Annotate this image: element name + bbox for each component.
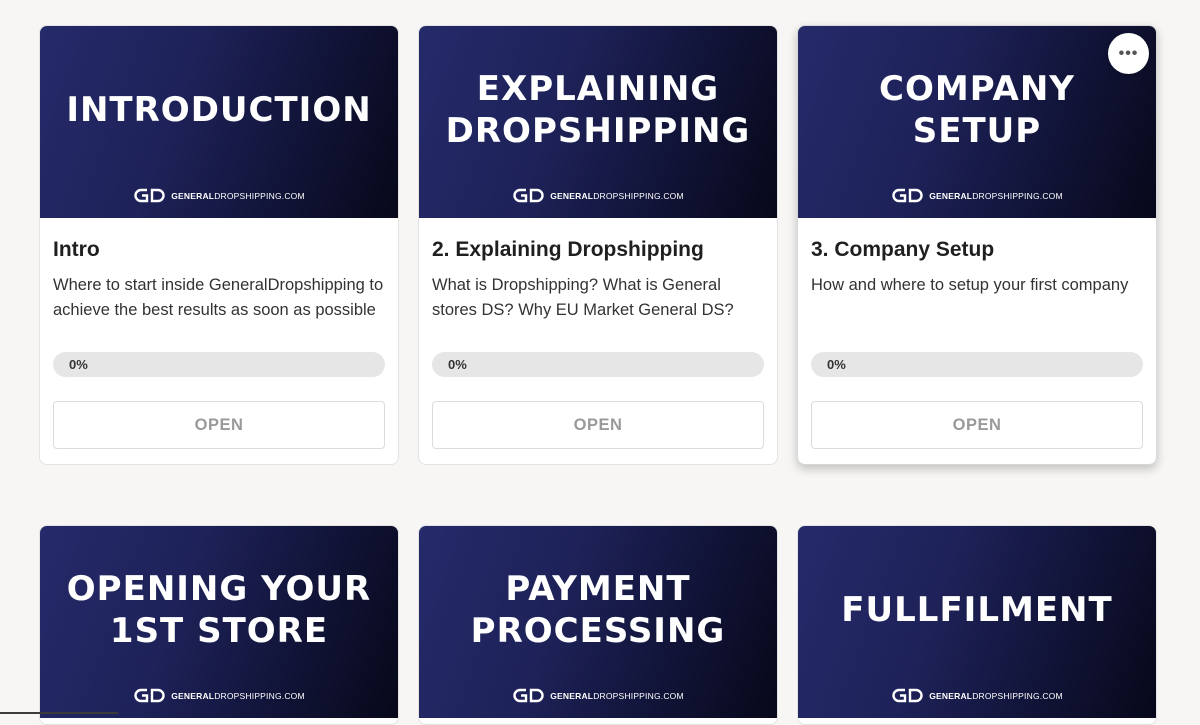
open-button[interactable]: OPEN <box>432 401 764 449</box>
brand-text: GENERALDROPSHIPPING.COM <box>550 690 684 701</box>
brand-text: GENERALDROPSHIPPING.COM <box>171 190 305 201</box>
gd-logo-icon <box>513 688 544 703</box>
course-title: 2. Explaining Dropshipping <box>432 238 704 261</box>
course-card-fullfilment[interactable]: FULLFILMENT GENERALDROPSHIPPING.COM <box>797 525 1157 725</box>
thumbnail-title: FULLFILMENT <box>841 590 1113 630</box>
progress-bar: 0% <box>811 352 1143 377</box>
course-card-opening-store[interactable]: OPENING YOUR 1ST STORE GENERALDROPSHIPPI… <box>39 525 399 725</box>
brand-watermark: GENERALDROPSHIPPING.COM <box>419 187 777 204</box>
progress-bar: 0% <box>53 352 385 377</box>
course-thumbnail[interactable]: EXPLAINING DROPSHIPPING GENERALDROPSHIPP… <box>419 26 777 218</box>
brand-text: GENERALDROPSHIPPING.COM <box>929 690 1063 701</box>
progress-label: 0% <box>827 357 846 372</box>
course-card-explaining-dropshipping[interactable]: EXPLAINING DROPSHIPPING GENERALDROPSHIPP… <box>418 25 778 465</box>
gd-logo-icon <box>513 188 544 203</box>
open-button[interactable]: OPEN <box>811 401 1143 449</box>
thumbnail-title: INTRODUCTION <box>66 90 372 130</box>
brand-watermark: GENERALDROPSHIPPING.COM <box>798 687 1156 704</box>
thumbnail-title: OPENING YOUR 1ST STORE <box>66 569 372 651</box>
course-description: What is Dropshipping? What is General st… <box>432 276 734 319</box>
course-card-intro[interactable]: INTRODUCTION GENERALDROPSHIPPING.COM Int… <box>39 25 399 465</box>
course-description: How and where to setup your first compan… <box>811 276 1129 294</box>
gd-logo-icon <box>892 688 923 703</box>
thumbnail-title: PAYMENT PROCESSING <box>470 569 726 651</box>
course-thumbnail[interactable]: OPENING YOUR 1ST STORE GENERALDROPSHIPPI… <box>40 526 398 718</box>
brand-text: GENERALDROPSHIPPING.COM <box>550 190 684 201</box>
gd-logo-icon <box>134 188 165 203</box>
more-dots-icon: ••• <box>1118 44 1139 62</box>
gd-logo-icon <box>134 688 165 703</box>
progress-bar: 0% <box>432 352 764 377</box>
brand-text: GENERALDROPSHIPPING.COM <box>929 190 1063 201</box>
progress-label: 0% <box>69 357 88 372</box>
course-thumbnail[interactable]: PAYMENT PROCESSING GENERALDROPSHIPPING.C… <box>419 526 777 718</box>
course-card-company-setup[interactable]: COMPANY SETUP GENERALDROPSHIPPING.COM ••… <box>797 25 1157 465</box>
course-title: Intro <box>53 238 100 261</box>
open-button[interactable]: OPEN <box>53 401 385 449</box>
brand-watermark: GENERALDROPSHIPPING.COM <box>40 687 398 704</box>
brand-text: GENERALDROPSHIPPING.COM <box>171 690 305 701</box>
course-thumbnail[interactable]: INTRODUCTION GENERALDROPSHIPPING.COM <box>40 26 398 218</box>
more-options-button[interactable]: ••• <box>1108 33 1149 74</box>
gd-logo-icon <box>892 188 923 203</box>
course-thumbnail[interactable]: FULLFILMENT GENERALDROPSHIPPING.COM <box>798 526 1156 718</box>
thumbnail-title: EXPLAINING DROPSHIPPING <box>445 69 751 151</box>
course-card-payment-processing[interactable]: PAYMENT PROCESSING GENERALDROPSHIPPING.C… <box>418 525 778 725</box>
thumbnail-title: COMPANY SETUP <box>879 69 1075 151</box>
course-description: Where to start inside GeneralDropshippin… <box>53 276 384 319</box>
brand-watermark: GENERALDROPSHIPPING.COM <box>798 187 1156 204</box>
progress-label: 0% <box>448 357 467 372</box>
course-thumbnail[interactable]: COMPANY SETUP GENERALDROPSHIPPING.COM ••… <box>798 26 1156 218</box>
brand-watermark: GENERALDROPSHIPPING.COM <box>40 187 398 204</box>
brand-watermark: GENERALDROPSHIPPING.COM <box>419 687 777 704</box>
course-title: 3. Company Setup <box>811 238 995 261</box>
